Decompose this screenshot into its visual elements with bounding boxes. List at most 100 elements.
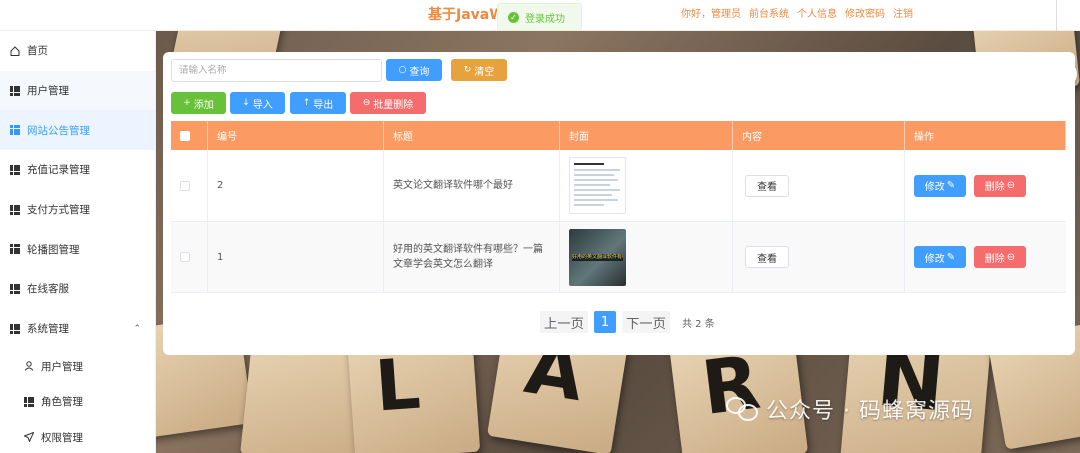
- cover-thumbnail[interactable]: 好用的英文翻译软件有哪些: [569, 228, 626, 286]
- add-button[interactable]: + 添加: [171, 92, 226, 114]
- grid-icon: [10, 283, 20, 294]
- announcement-table: 编号 标题 封面 内容 操作 2 英文论文翻译软件哪个最好 查看 修改 ✎ 删除…: [171, 121, 1066, 293]
- row-title: 英文论文翻译软件哪个最好: [393, 180, 513, 191]
- sidebar-item-payment[interactable]: 支付方式管理: [0, 190, 155, 230]
- grid-icon: [10, 164, 20, 175]
- app-title: 基于JavaW: [428, 7, 505, 23]
- title-cell: 好用的英文翻译软件有哪些？一篇文章学会英文怎么翻译: [384, 222, 560, 292]
- page-number-current[interactable]: 1: [593, 311, 616, 333]
- grid-icon: [10, 85, 20, 96]
- chevron-up-icon: ⌃: [133, 323, 141, 334]
- tile-letter-l: L: [372, 342, 423, 428]
- pagination: 上一页 1 下一页 共 2 条: [540, 311, 715, 333]
- search-icon: ○: [398, 65, 407, 75]
- export-button[interactable]: ↑ 导出: [290, 92, 346, 114]
- row-checkbox[interactable]: [180, 252, 190, 262]
- sidebar-item-label: 网站公告管理: [27, 124, 90, 137]
- cover-cell: [560, 150, 733, 221]
- sidebar-subitem-roles[interactable]: 角色管理: [0, 384, 155, 420]
- id-cell: 2: [208, 150, 384, 221]
- sidebar-subitem-permissions[interactable]: 权限管理: [0, 420, 155, 453]
- view-content-button[interactable]: 查看: [745, 174, 789, 197]
- frontend-link[interactable]: 前台系统: [749, 5, 789, 20]
- watermark-text: 公众号 · 码蜂窝源码: [766, 399, 974, 424]
- import-button[interactable]: ↓ 导入: [230, 92, 285, 114]
- search-input[interactable]: [171, 59, 382, 82]
- header-actions: 操作: [905, 121, 1066, 150]
- grid-icon: [24, 396, 34, 407]
- home-icon: [10, 46, 20, 56]
- sidebar-item-announcements[interactable]: 网站公告管理: [0, 110, 155, 151]
- watermark: 公众号 · 码蜂窝源码: [726, 393, 974, 425]
- check-circle-icon: ✓: [508, 11, 519, 23]
- query-button-label: 查询: [409, 66, 430, 78]
- grid-icon: [10, 125, 20, 136]
- sidebar-item-recharge[interactable]: 充值记录管理: [0, 150, 155, 190]
- edit-icon: ✎: [946, 251, 956, 263]
- sidebar-subitem-label: 权限管理: [41, 431, 83, 444]
- sidebar-item-system[interactable]: 系统管理 ⌃: [0, 309, 155, 349]
- content-cell: 查看: [733, 150, 905, 221]
- sidebar-item-label: 支付方式管理: [27, 204, 90, 217]
- row-checkbox[interactable]: [180, 180, 190, 191]
- greeting-text: 你好，管理员: [681, 9, 741, 20]
- table-row: 2 英文论文翻译软件哪个最好 查看 修改 ✎ 删除 ⊖: [171, 150, 1066, 222]
- table-row: 1 好用的英文翻译软件有哪些？一篇文章学会英文怎么翻译 好用的英文翻译软件有哪些…: [171, 222, 1066, 293]
- edit-button-label: 修改: [924, 253, 945, 265]
- arrow-up-icon: ↑: [302, 98, 311, 108]
- select-cell: [171, 150, 208, 221]
- logout-link[interactable]: 注销: [893, 5, 913, 20]
- sidebar-item-carousel[interactable]: 轮播图管理: [0, 229, 155, 269]
- view-content-button[interactable]: 查看: [745, 246, 789, 268]
- sidebar-item-users[interactable]: 用户管理: [0, 70, 155, 111]
- sidebar-item-home[interactable]: 首页: [0, 31, 155, 71]
- prev-page-button[interactable]: 上一页: [540, 311, 588, 333]
- arrow-down-icon: ↓: [242, 98, 250, 108]
- delete-button[interactable]: 删除 ⊖: [974, 174, 1026, 197]
- edit-icon: ✎: [946, 180, 956, 191]
- edit-button[interactable]: 修改 ✎: [914, 174, 966, 197]
- user-icon: [24, 361, 34, 372]
- add-button-label: 添加: [193, 99, 214, 111]
- select-cell: [171, 222, 208, 292]
- sidebar-item-label: 首页: [27, 45, 48, 58]
- sidebar-item-label: 系统管理: [27, 323, 69, 336]
- reset-button[interactable]: ↻ 清空: [451, 59, 507, 81]
- batch-delete-button[interactable]: ⊖ 批量删除: [350, 92, 426, 114]
- header-cover: 封面: [560, 121, 733, 150]
- title-cell: 英文论文翻译软件哪个最好: [384, 150, 560, 221]
- cover-thumbnail[interactable]: [569, 157, 626, 214]
- send-icon: [24, 432, 34, 443]
- sidebar-subitem-users[interactable]: 用户管理: [0, 349, 155, 385]
- grid-icon: [10, 204, 20, 215]
- query-button[interactable]: ○ 查询: [386, 59, 442, 81]
- top-header: 基于JavaW H ✓ 登录成功 你好，管理员 前台系统 个人信息 修改密码 注…: [0, 0, 1080, 31]
- edit-button[interactable]: 修改 ✎: [914, 246, 966, 268]
- toast-message: 登录成功: [525, 13, 565, 25]
- edit-button-label: 修改: [924, 182, 945, 193]
- sidebar-item-support[interactable]: 在线客服: [0, 269, 155, 309]
- batch-delete-button-label: 批量删除: [373, 99, 414, 111]
- change-password-link[interactable]: 修改密码: [845, 5, 885, 20]
- delete-button[interactable]: 删除 ⊖: [974, 246, 1026, 268]
- delete-button-label: 删除: [984, 253, 1005, 265]
- delete-button-label: 删除: [984, 182, 1005, 193]
- refresh-icon: ↻: [463, 65, 472, 75]
- import-button-label: 导入: [252, 99, 273, 111]
- table-header: 编号 标题 封面 内容 操作: [171, 121, 1066, 150]
- cover-cell: 好用的英文翻译软件有哪些: [560, 222, 733, 292]
- main-card: ○ 查询 ↻ 清空 + 添加 ↓ 导入 ↑ 导出 ⊖ 批量删除 编号 标题 封面…: [163, 52, 1075, 355]
- next-page-button[interactable]: 下一页: [621, 311, 670, 333]
- select-all-checkbox[interactable]: [180, 130, 190, 141]
- sidebar-item-label: 用户管理: [27, 85, 69, 98]
- header-id: 编号: [208, 121, 384, 150]
- sidebar-subitem-label: 用户管理: [41, 360, 83, 373]
- sidebar-item-label: 充值记录管理: [27, 164, 90, 177]
- plus-icon: +: [183, 98, 191, 108]
- row-title: 好用的英文翻译软件有哪些？一篇文章学会英文怎么翻译: [393, 244, 543, 270]
- sidebar-subitem-label: 角色管理: [41, 396, 83, 409]
- profile-link[interactable]: 个人信息: [797, 5, 837, 20]
- thumbnail-caption: 好用的英文翻译软件有哪些: [572, 253, 623, 261]
- header-divider: [1056, 0, 1057, 31]
- minus-circle-icon: ⊖: [1006, 251, 1016, 263]
